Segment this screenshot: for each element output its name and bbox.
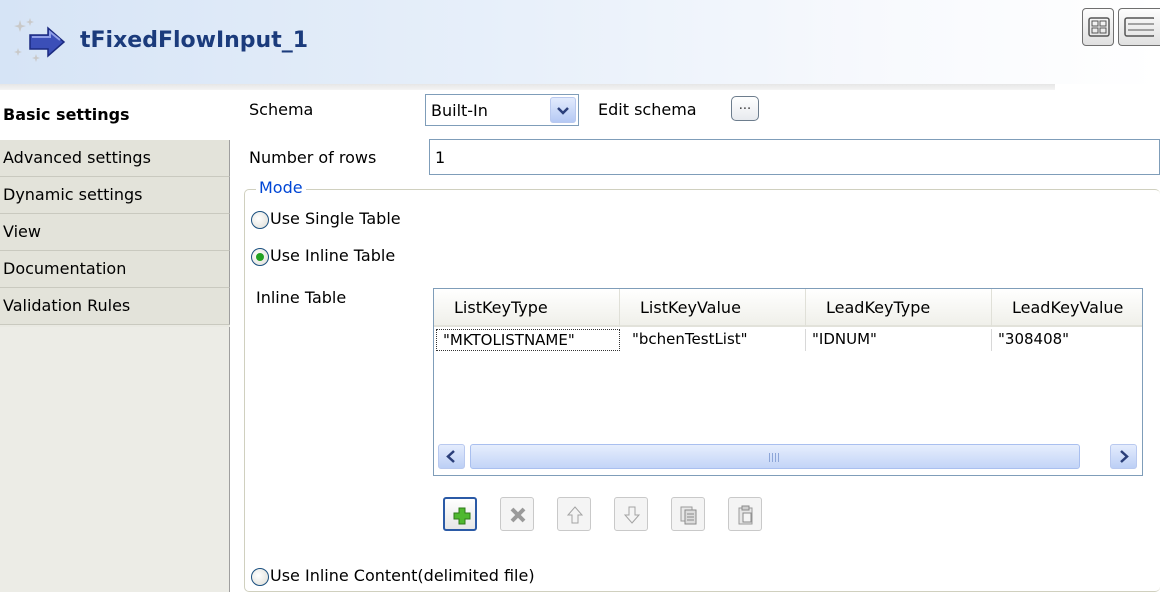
inline-table[interactable]: ListKeyType ListKeyValue LeadKeyType Lea… bbox=[433, 288, 1143, 476]
plus-icon bbox=[453, 507, 471, 525]
component-header: tFixedFlowInput_1 bbox=[0, 0, 1160, 84]
copy-icon bbox=[680, 506, 697, 525]
table-cell[interactable]: "bchenTestList" bbox=[626, 329, 806, 351]
radio-use-inline-content[interactable] bbox=[251, 568, 269, 586]
list-layout-icon bbox=[1124, 17, 1154, 37]
column-header-leadkeytype[interactable]: LeadKeyType bbox=[806, 289, 992, 327]
table-cell[interactable]: "IDNUM" bbox=[806, 329, 992, 351]
paste-button[interactable] bbox=[728, 497, 762, 531]
add-row-button[interactable] bbox=[443, 497, 477, 531]
fixed-flow-input-icon bbox=[14, 18, 66, 62]
sidebar-filler bbox=[0, 327, 230, 592]
scroll-right-icon[interactable] bbox=[1110, 444, 1137, 469]
table-row[interactable]: "MKTOLISTNAME" "bchenTestList" "IDNUM" "… bbox=[434, 329, 1142, 351]
use-single-table-label[interactable]: Use Single Table bbox=[270, 209, 401, 228]
grid-layout-icon bbox=[1088, 17, 1110, 37]
copy-button[interactable] bbox=[671, 497, 705, 531]
tab-dynamic-settings[interactable]: Dynamic settings bbox=[0, 177, 230, 214]
edit-schema-label: Edit schema bbox=[598, 100, 697, 119]
number-of-rows-input[interactable]: 1 bbox=[429, 139, 1160, 175]
list-view-button[interactable] bbox=[1118, 8, 1160, 46]
inline-table-label: Inline Table bbox=[256, 288, 347, 307]
mode-legend: Mode bbox=[256, 178, 306, 197]
delete-row-button[interactable] bbox=[500, 497, 534, 531]
number-of-rows-value: 1 bbox=[435, 148, 446, 167]
column-header-listkeytype[interactable]: ListKeyType bbox=[434, 289, 620, 327]
delete-icon bbox=[510, 507, 526, 523]
arrow-down-icon bbox=[623, 506, 641, 524]
use-inline-content-label[interactable]: Use Inline Content(delimited file) bbox=[270, 566, 535, 585]
tab-validation-rules[interactable]: Validation Rules bbox=[0, 288, 230, 325]
schema-select-value: Built-In bbox=[431, 101, 488, 120]
table-header: ListKeyType ListKeyValue LeadKeyType Lea… bbox=[434, 289, 1142, 327]
radio-use-single-table[interactable] bbox=[251, 211, 269, 229]
move-down-button[interactable] bbox=[614, 497, 648, 531]
table-cell[interactable]: "MKTOLISTNAME" bbox=[436, 329, 620, 351]
scroll-left-icon[interactable] bbox=[438, 444, 465, 469]
tab-basic-settings[interactable]: Basic settings bbox=[0, 90, 230, 140]
edit-schema-button[interactable]: ... bbox=[731, 96, 759, 121]
horizontal-scrollbar[interactable] bbox=[438, 443, 1140, 471]
column-header-leadkeyvalue[interactable]: LeadKeyValue bbox=[992, 289, 1142, 327]
table-cell[interactable]: "308408" bbox=[992, 329, 1142, 351]
arrow-up-icon bbox=[566, 506, 584, 524]
chevron-down-icon[interactable] bbox=[550, 97, 576, 123]
grid-view-button[interactable] bbox=[1082, 8, 1114, 46]
use-inline-table-label[interactable]: Use Inline Table bbox=[270, 246, 395, 265]
schema-select[interactable]: Built-In bbox=[425, 94, 579, 126]
component-title: tFixedFlowInput_1 bbox=[80, 28, 309, 53]
number-of-rows-label: Number of rows bbox=[249, 148, 377, 167]
tab-documentation[interactable]: Documentation bbox=[0, 251, 230, 288]
schema-label: Schema bbox=[249, 100, 314, 119]
tab-view[interactable]: View bbox=[0, 214, 230, 251]
move-up-button[interactable] bbox=[557, 497, 591, 531]
column-header-listkeyvalue[interactable]: ListKeyValue bbox=[620, 289, 806, 327]
paste-icon bbox=[738, 505, 753, 525]
radio-use-inline-table[interactable] bbox=[251, 248, 269, 266]
scrollbar-thumb[interactable] bbox=[470, 444, 1080, 469]
tab-advanced-settings[interactable]: Advanced settings bbox=[0, 140, 230, 177]
